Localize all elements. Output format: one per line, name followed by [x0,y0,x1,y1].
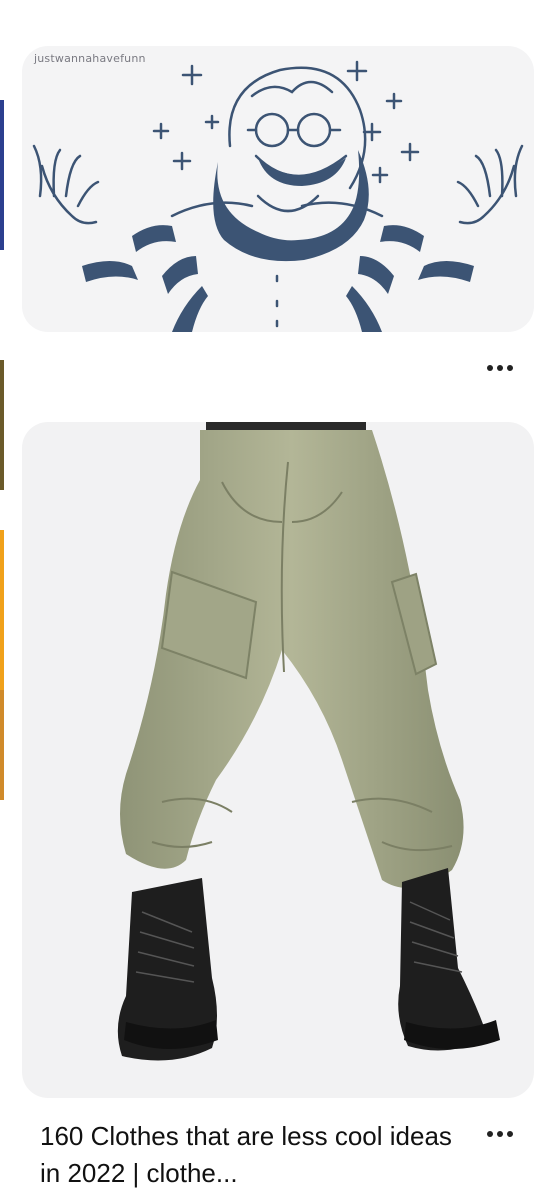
left-edge-strip [0,690,4,800]
image-watermark: justwannahavefunn [34,52,146,65]
cargo-pants-photo [117,422,500,1061]
pin-card-illustration[interactable]: justwannahavefunn [22,46,534,332]
pin-card-cargo-pants[interactable] [22,422,534,1098]
left-edge-strip [0,360,4,490]
pin-title[interactable]: 160 Clothes that are less cool ideas in … [40,1118,470,1192]
more-options-button[interactable] [482,1124,518,1144]
cartoon-character-illustration [32,60,524,332]
more-options-button[interactable] [482,358,518,378]
left-edge-strip [0,530,4,690]
more-options-icon [487,1131,493,1137]
more-options-icon [487,365,493,371]
left-edge-strip [0,100,4,250]
